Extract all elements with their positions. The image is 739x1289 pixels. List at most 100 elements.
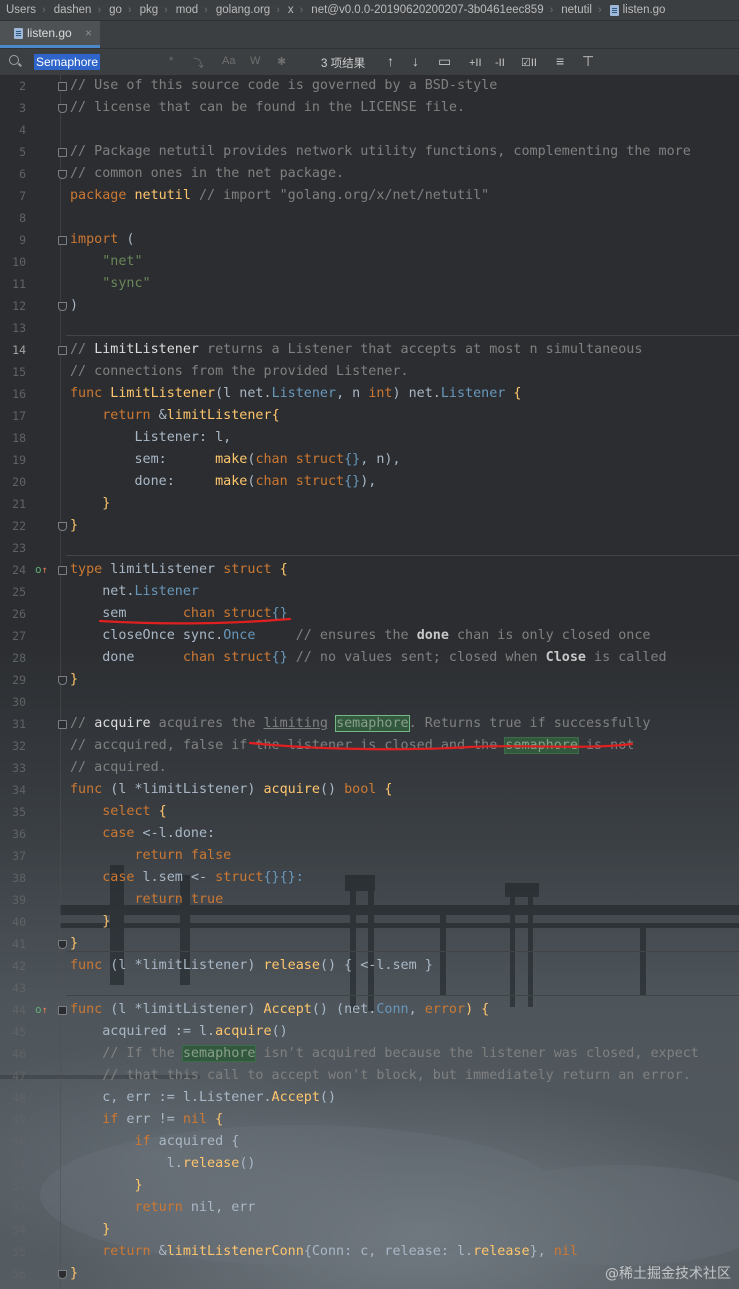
fold-toggle-icon[interactable] xyxy=(58,82,67,91)
tab-listen-go[interactable]: listen.go × xyxy=(0,21,100,48)
line-number-gutter[interactable]: 2 3 4 5 6 7 8 9 10 11 12 13 14 15 16 17 … xyxy=(0,75,62,1289)
code-line[interactable]: func (l *limitListener) acquire() bool { xyxy=(70,779,393,801)
implemented-marker-icon[interactable]: o↑ xyxy=(35,559,48,581)
code-line[interactable]: done chan struct{} // no values sent; cl… xyxy=(70,647,666,669)
whole-word-toggle[interactable]: W xyxy=(250,55,260,67)
fold-end-icon[interactable] xyxy=(58,302,67,311)
previous-occurrence-icon[interactable]: ↑ xyxy=(387,53,394,69)
code-line[interactable]: } xyxy=(70,1263,78,1285)
code-line[interactable]: // If the semaphore isn't acquired becau… xyxy=(70,1043,699,1065)
code-line[interactable]: type limitListener struct { xyxy=(70,559,288,581)
breadcrumb-item[interactable]: Users xyxy=(0,4,40,16)
code-line[interactable]: // Use of this source code is governed b… xyxy=(70,75,497,97)
code-line[interactable]: if err != nil { xyxy=(70,1109,223,1131)
fold-end-icon[interactable] xyxy=(58,522,67,531)
code-line[interactable]: } xyxy=(70,493,110,515)
fold-end-icon[interactable] xyxy=(58,104,67,113)
code-line[interactable]: // Package netutil provides network util… xyxy=(70,141,691,163)
breadcrumb-item-file[interactable]: listen.go xyxy=(604,4,670,16)
code-line[interactable]: } xyxy=(70,1219,110,1241)
fold-end-icon[interactable] xyxy=(58,1270,67,1279)
code-line[interactable]: func (l *limitListener) release() { <-l.… xyxy=(70,955,433,977)
code-line[interactable]: package netutil // import "golang.org/x/… xyxy=(70,185,489,207)
next-occurrence-icon[interactable]: ↓ xyxy=(412,53,419,69)
code-line[interactable]: return &limitListener{ xyxy=(70,405,279,427)
breadcrumb-item[interactable]: mod xyxy=(170,4,202,16)
search-input[interactable]: Semaphore xyxy=(34,54,101,70)
match-case-toggle[interactable]: Aa xyxy=(222,55,235,67)
regex-icon[interactable]: ✱ xyxy=(277,55,286,68)
search-icon[interactable] xyxy=(9,55,19,65)
fold-end-icon[interactable] xyxy=(58,940,67,949)
add-occurrence-icon[interactable]: +II xyxy=(469,55,482,71)
fold-toggle-icon[interactable] xyxy=(58,236,67,245)
fold-toggle-icon[interactable] xyxy=(58,1006,67,1015)
code-line[interactable]: // connections from the provided Listene… xyxy=(70,361,409,383)
code-line[interactable]: } xyxy=(70,933,78,955)
filter-icon[interactable]: ⊤ xyxy=(582,53,594,69)
remove-occurrence-icon[interactable]: -II xyxy=(495,55,505,71)
code-line[interactable]: } xyxy=(70,669,78,691)
code-line[interactable]: ) xyxy=(70,295,78,317)
code-line[interactable]: } xyxy=(70,911,110,933)
breadcrumb-item[interactable]: go xyxy=(103,4,126,16)
search-match-highlight[interactable]: semaphore xyxy=(504,737,579,754)
code-line-current[interactable]: // LimitListener returns a Listener that… xyxy=(70,339,642,361)
breadcrumb-item[interactable]: dashen xyxy=(48,4,96,16)
code-line[interactable]: return nil, err xyxy=(70,1197,256,1219)
close-icon[interactable]: × xyxy=(85,26,92,40)
code-line[interactable]: // common ones in the net package. xyxy=(70,163,344,185)
code-line[interactable]: func LimitListener(l net.Listener, n int… xyxy=(70,383,522,405)
code-line[interactable]: // license that can be found in the LICE… xyxy=(70,97,465,119)
code-line[interactable]: func (l *limitListener) Accept() (net.Co… xyxy=(70,999,489,1021)
code-line[interactable]: sem: make(chan struct{}, n), xyxy=(70,449,400,471)
breadcrumb-item[interactable]: golang.org xyxy=(210,4,274,16)
fold-toggle-icon[interactable] xyxy=(58,566,67,575)
line-number: 26 xyxy=(12,607,26,621)
code-line[interactable]: case l.sem <- struct{}{}: xyxy=(70,867,304,889)
code-editor[interactable]: 2 3 4 5 6 7 8 9 10 11 12 13 14 15 16 17 … xyxy=(0,75,739,1289)
search-match-highlight[interactable]: semaphore xyxy=(335,715,410,732)
fold-toggle-icon[interactable] xyxy=(58,346,67,355)
code-line[interactable]: closeOnce sync.Once // ensures the done … xyxy=(70,625,650,647)
breadcrumb-item[interactable]: net@v0.0.0-20190620200207-3b0461eec859 xyxy=(305,4,547,16)
implements-marker-icon[interactable]: o↑ xyxy=(35,999,48,1021)
code-line[interactable]: return false xyxy=(70,845,232,867)
code-line[interactable]: } xyxy=(70,1175,142,1197)
breadcrumb: Users › dashen › go › pkg › mod › golang.org ›… xyxy=(0,0,739,21)
search-match-highlight[interactable]: semaphore xyxy=(181,1045,257,1062)
fold-end-icon[interactable] xyxy=(58,170,67,179)
breadcrumb-item[interactable]: x xyxy=(282,4,298,16)
code-line[interactable]: return &limitListenerConn{Conn: c, relea… xyxy=(70,1241,578,1263)
code-line[interactable]: "net" xyxy=(70,251,142,273)
code-line[interactable]: c, err := l.Listener.Accept() xyxy=(70,1087,336,1109)
breadcrumb-item[interactable]: pkg xyxy=(134,4,163,16)
select-occurrences-icon[interactable]: ☑II xyxy=(521,55,537,71)
code-line[interactable]: net.Listener xyxy=(70,581,199,603)
fold-toggle-icon[interactable] xyxy=(58,148,67,157)
fold-end-icon[interactable] xyxy=(58,676,67,685)
code-line[interactable]: // that this call to accept won't block,… xyxy=(70,1065,691,1087)
code-line[interactable]: case <-l.done: xyxy=(70,823,215,845)
filter-options-icon[interactable]: ≡ xyxy=(556,53,564,69)
code-line[interactable]: done: make(chan struct{}), xyxy=(70,471,376,493)
code-line[interactable]: // acquired. xyxy=(70,757,167,779)
code-line[interactable]: acquired := l.acquire() xyxy=(70,1021,287,1043)
code-line[interactable]: if acquired { xyxy=(70,1131,240,1153)
code-line[interactable]: return true xyxy=(70,889,224,911)
newline-toggle-icon[interactable]: ⤵ xyxy=(193,55,204,71)
code-line[interactable]: // acquire acquires the limiting semapho… xyxy=(70,713,650,735)
breadcrumb-item[interactable]: netutil xyxy=(555,4,596,16)
line-number: 32 xyxy=(12,739,26,753)
code-line[interactable]: // accquired, false if the listener is c… xyxy=(70,735,634,757)
code-line[interactable]: sem chan struct{} xyxy=(70,603,287,625)
code-line[interactable]: select { xyxy=(70,801,167,823)
regex-toggle-icon[interactable]: * xyxy=(169,55,173,67)
code-line[interactable]: Listener: l, xyxy=(70,427,231,449)
code-line[interactable]: import ( xyxy=(70,229,135,251)
fold-toggle-icon[interactable] xyxy=(58,720,67,729)
select-all-occurrences-icon[interactable]: ▭ xyxy=(438,53,451,69)
code-line[interactable]: } xyxy=(70,515,78,537)
code-line[interactable]: l.release() xyxy=(70,1153,256,1175)
code-line[interactable]: "sync" xyxy=(70,273,150,295)
